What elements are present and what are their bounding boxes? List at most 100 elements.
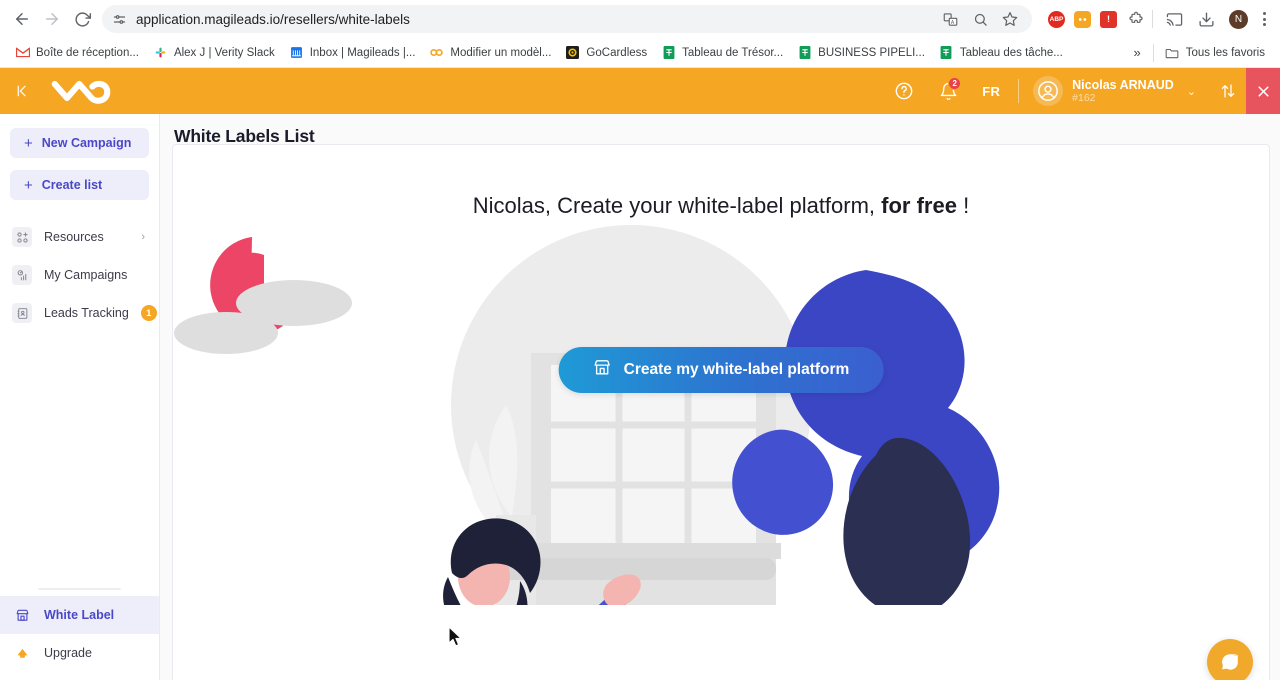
bookmark-item[interactable]: Modifier un modèl... [422,42,558,63]
extensions-puzzle-icon[interactable] [1126,9,1146,29]
chevron-right-icon: › [141,231,145,243]
sheets-icon [939,45,954,60]
user-name: Nicolas ARNAUD [1072,77,1174,92]
user-menu[interactable]: Nicolas ARNAUD #162 ⌄ [1025,76,1210,106]
sidebar: + New Campaign + Create list Resources ›… [0,114,160,680]
create-white-label-platform-button[interactable]: Create my white-label platform [558,347,884,393]
sheets-icon [797,45,812,60]
leads-contact-icon [12,303,32,323]
cast-icon[interactable] [1164,9,1184,29]
app-header: 2 FR Nicolas ARNAUD #162 ⌄ [0,68,1280,114]
address-bar[interactable]: application.magileads.io/resellers/white… [102,5,1032,33]
adblock-plus-extension[interactable]: ABP [1048,10,1065,28]
magileads-icon [289,45,304,60]
browser-toolbar: application.magileads.io/resellers/white… [0,0,1280,38]
bookmark-label: Inbox | Magileads |... [309,46,416,59]
sheets-icon [661,45,676,60]
bookmark-label: Boîte de réception... [36,46,139,59]
upgrade-flame-icon [12,643,32,663]
create-list-label: Create list [41,178,103,192]
all-bookmarks-button[interactable]: Tous les favoris [1158,42,1272,63]
sidebar-item-label: Leads Tracking [44,306,129,320]
gmail-icon [15,45,30,60]
sidebar-item-my-campaigns[interactable]: My Campaigns [0,256,159,294]
bookmark-star-icon[interactable] [1000,9,1020,29]
back-button[interactable] [8,5,36,33]
site-settings-icon[interactable] [110,10,128,28]
sidebar-item-label: Upgrade [44,646,92,660]
profile-avatar[interactable]: N [1229,9,1248,29]
illustration-area: Create my white-label platform [173,225,1269,680]
sort-arrows-icon[interactable] [1210,68,1246,114]
language-selector[interactable]: FR [970,84,1012,99]
slack-icon [153,45,168,60]
bookmark-item[interactable]: Tableau des tâche... [932,42,1070,63]
header-divider [1018,79,1020,103]
sidebar-nav: Resources › My Campaigns Leads Tracking … [0,218,159,332]
bookmarks-divider [1152,43,1154,62]
bookmark-label: BUSINESS PIPELI... [818,46,925,59]
mouse-cursor [448,626,464,653]
chrome-menu-button[interactable] [1256,12,1272,26]
hero-title: Nicolas, Create your white-label platfor… [173,193,1269,219]
sidebar-item-label: My Campaigns [44,268,128,282]
bookmark-label: Alex J | Verity Slack [173,46,275,59]
chat-bubble-button[interactable] [1207,639,1253,680]
bookmark-item[interactable]: BUSINESS PIPELI... [790,42,932,63]
avatar [1033,76,1064,106]
new-campaign-button[interactable]: + New Campaign [10,128,149,158]
header-right-group: 2 FR Nicolas ARNAUD #162 ⌄ [882,68,1280,114]
sidebar-bottom: White Label Upgrade [0,588,159,680]
cta-label: Create my white-label platform [623,361,850,378]
translate-icon[interactable]: A [940,9,960,29]
sidebar-item-leads-tracking[interactable]: Leads Tracking 1 [0,294,159,332]
bookmarks-bar: Boîte de réception... Alex J | Verity Sl… [0,38,1280,68]
sidebar-divider [38,588,121,590]
bookmark-item[interactable]: Alex J | Verity Slack [146,42,282,63]
hero-emphasis: for free [881,193,957,218]
sidebar-collapse-button[interactable] [0,83,46,99]
app-body: + New Campaign + Create list Resources ›… [0,114,1280,680]
all-bookmarks-label: Tous les favoris [1185,46,1265,59]
bookmark-label: Modifier un modèl... [450,46,552,59]
close-button[interactable] [1246,68,1280,114]
sidebar-item-white-label[interactable]: White Label [0,596,159,634]
bookmark-item[interactable]: Inbox | Magileads |... [282,42,423,63]
sidebar-item-upgrade[interactable]: Upgrade [0,634,159,672]
sidebar-item-label: White Label [44,608,115,622]
resources-icon [12,227,32,247]
new-campaign-label: New Campaign [41,136,132,150]
create-list-button[interactable]: + Create list [10,170,149,200]
plus-icon: + [24,176,33,194]
notifications-bell-icon[interactable]: 2 [926,68,970,114]
help-icon[interactable] [882,68,926,114]
bookmark-label: GoCardless [586,46,648,59]
chevron-down-icon[interactable]: ⌄ [1183,85,1206,98]
gocardless-icon [565,45,580,60]
store-icon [12,605,32,625]
forward-button[interactable] [38,5,66,33]
alert-extension[interactable]: ! [1100,10,1117,28]
search-icon[interactable] [970,9,990,29]
magileads-logo[interactable] [46,76,138,106]
plus-icon: + [24,134,33,152]
bookmark-item[interactable]: Boîte de réception... [8,42,146,63]
toolbar-divider [1152,10,1153,28]
hero-suffix: ! [963,193,970,218]
hero-greeting: Nicolas, Create your white-label platfor… [472,193,876,218]
magileads-icon [429,45,444,60]
bookmark-item[interactable]: GoCardless [558,42,654,63]
extensions-row: ABP ! [1040,9,1146,29]
sidebar-item-resources[interactable]: Resources › [0,218,159,256]
bookmarks-overflow-button[interactable]: » [1126,42,1149,63]
bookmark-label: Tableau de Trésor... [682,46,784,59]
honey-extension[interactable] [1074,10,1091,28]
user-id: #162 [1072,92,1096,105]
notification-badge: 2 [948,77,962,90]
woman-sitting-by-window-illustration [174,225,1000,680]
downloads-icon[interactable] [1196,9,1216,29]
reload-button[interactable] [68,5,96,33]
content-card: Nicolas, Create your white-label platfor… [172,144,1270,680]
bookmark-item[interactable]: Tableau de Trésor... [654,42,790,63]
campaigns-chart-icon [12,265,32,285]
